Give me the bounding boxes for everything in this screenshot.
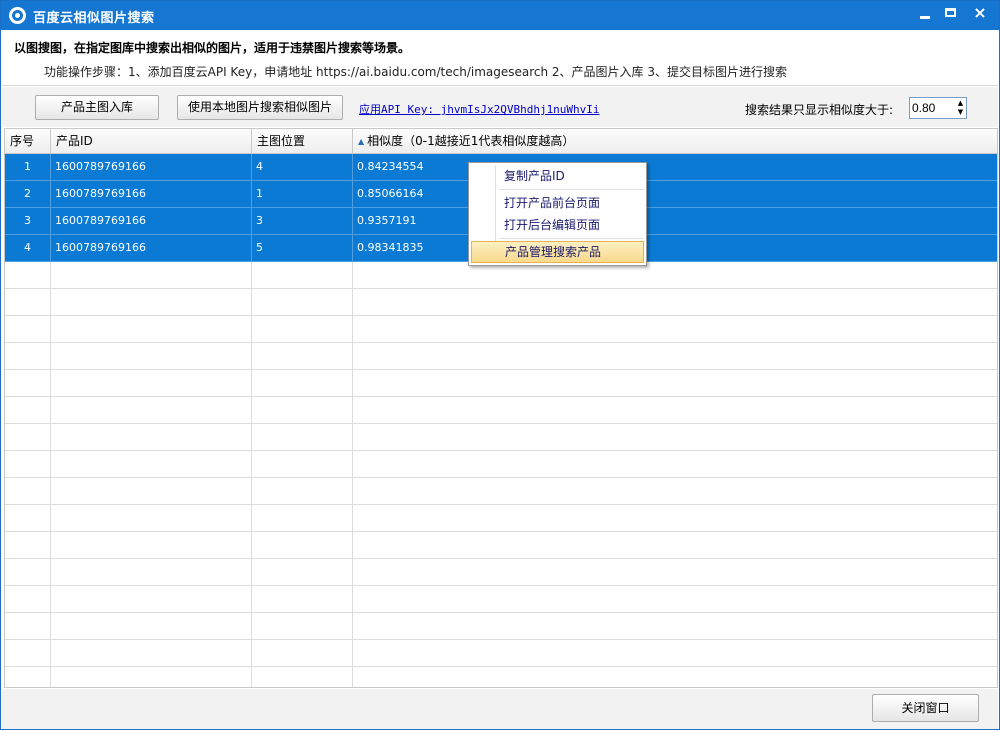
- app-logo-icon: [9, 7, 26, 24]
- toolbar: 产品主图入库 使用本地图片搜索相似图片 应用API Key: jhvmIsJx2…: [2, 87, 998, 127]
- cell-image-position: 5: [252, 235, 353, 261]
- threshold-input[interactable]: [912, 100, 954, 116]
- menu-item-open-storefront-page[interactable]: 打开产品前台页面: [471, 192, 644, 214]
- description-steps: 功能操作步骤：1、添加百度云API Key，申请地址 https://ai.ba…: [44, 65, 788, 79]
- cell-index: 2: [5, 181, 51, 207]
- search-local-image-button[interactable]: 使用本地图片搜索相似图片: [177, 95, 343, 120]
- cell-index: 3: [5, 208, 51, 234]
- sort-ascending-icon: ▲: [358, 137, 365, 146]
- maximize-button[interactable]: [938, 3, 964, 25]
- empty-row: [5, 289, 997, 316]
- empty-row: [5, 532, 997, 559]
- empty-row: [5, 505, 997, 532]
- empty-row: [5, 559, 997, 586]
- cell-index: 4: [5, 235, 51, 261]
- import-main-image-button[interactable]: 产品主图入库: [35, 95, 159, 120]
- cell-product-id: 1600789769166: [51, 235, 252, 261]
- description-panel: 以图搜图，在指定图库中搜索出相似的图片，适用于违禁图片搜索等场景。 功能操作步骤…: [2, 30, 998, 86]
- empty-row: [5, 370, 997, 397]
- api-key-link[interactable]: 应用API Key: jhvmIsJx2QVBhdhj1nuWhvIi: [359, 101, 600, 117]
- cell-image-position: 1: [252, 181, 353, 207]
- table-header: 序号 产品ID 主图位置 ▲ 相似度（0-1越接近1代表相似度越高）: [5, 129, 997, 154]
- empty-row: [5, 397, 997, 424]
- column-header-product-id[interactable]: 产品ID: [51, 129, 252, 154]
- app-window: 百度云相似图片搜索 × 以图搜图，在指定图库中搜索出相似的图片，适用于违禁图片搜…: [0, 0, 1000, 730]
- empty-row: [5, 451, 997, 478]
- menu-item-search-product-management[interactable]: 产品管理搜索产品: [471, 241, 644, 263]
- menu-separator: [499, 238, 644, 239]
- cell-image-position: 4: [252, 154, 353, 180]
- empty-row: [5, 586, 997, 613]
- cell-product-id: 1600789769166: [51, 208, 252, 234]
- empty-row: [5, 343, 997, 370]
- cell-image-position: 3: [252, 208, 353, 234]
- empty-row: [5, 424, 997, 451]
- empty-row: [5, 613, 997, 640]
- empty-row: [5, 316, 997, 343]
- cell-index: 1: [5, 154, 51, 180]
- empty-row: [5, 262, 997, 289]
- menu-item-open-admin-edit-page[interactable]: 打开后台编辑页面: [471, 214, 644, 236]
- footer-bar: 关闭窗口: [2, 689, 998, 729]
- threshold-label: 搜索结果只显示相似度大于:: [745, 103, 894, 117]
- close-window-footer-button[interactable]: 关闭窗口: [872, 694, 979, 722]
- menu-separator: [499, 189, 644, 190]
- maximize-icon: [945, 8, 956, 17]
- close-window-button[interactable]: ×: [967, 3, 993, 25]
- spin-down-icon[interactable]: ▼: [955, 108, 966, 117]
- title-bar[interactable]: 百度云相似图片搜索 ×: [1, 1, 999, 30]
- window-title: 百度云相似图片搜索: [33, 11, 155, 26]
- empty-row: [5, 478, 997, 505]
- menu-item-copy-product-id[interactable]: 复制产品ID: [471, 165, 644, 187]
- column-header-index[interactable]: 序号: [5, 129, 51, 154]
- empty-row: [5, 667, 997, 687]
- cell-similarity: 0.9357191: [353, 208, 997, 234]
- cell-similarity: 0.84234554: [353, 154, 997, 180]
- empty-row: [5, 640, 997, 667]
- spin-up-icon[interactable]: ▲: [955, 99, 966, 108]
- cell-product-id: 1600789769166: [51, 181, 252, 207]
- minimize-button[interactable]: [912, 3, 938, 25]
- cell-product-id: 1600789769166: [51, 154, 252, 180]
- context-menu: 复制产品ID 打开产品前台页面 打开后台编辑页面 产品管理搜索产品: [468, 162, 647, 266]
- column-header-similarity[interactable]: ▲ 相似度（0-1越接近1代表相似度越高）: [353, 129, 997, 154]
- cell-similarity: 0.98341835: [353, 235, 997, 261]
- column-header-image-position[interactable]: 主图位置: [252, 129, 353, 154]
- cell-similarity: 0.85066164: [353, 181, 997, 207]
- threshold-spinner[interactable]: ▲ ▼: [909, 97, 967, 119]
- description-headline: 以图搜图，在指定图库中搜索出相似的图片，适用于违禁图片搜索等场景。: [14, 41, 411, 55]
- minimize-icon: [920, 16, 930, 19]
